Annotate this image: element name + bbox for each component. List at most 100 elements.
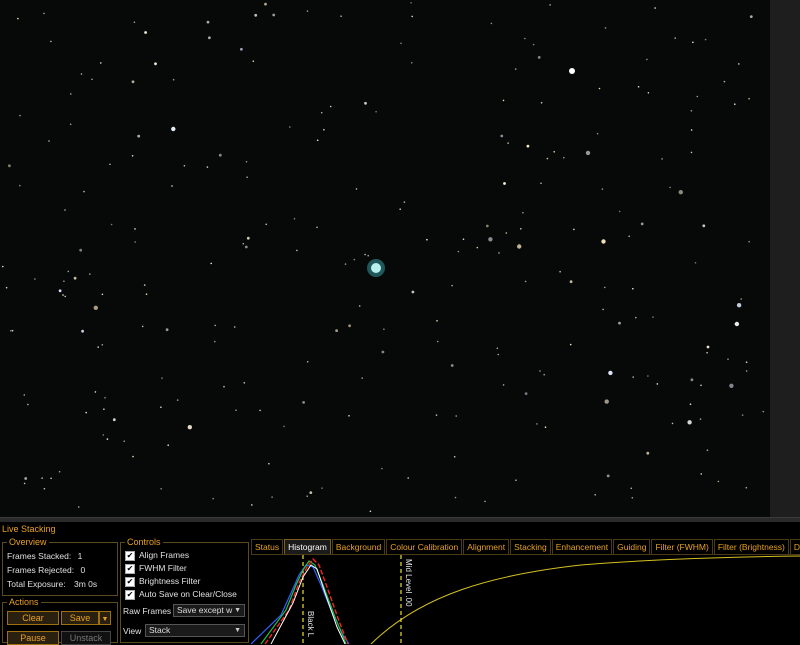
- star: [426, 238, 428, 241]
- align-frames-label: Align Frames: [139, 550, 190, 560]
- star: [646, 451, 650, 455]
- total-exposure-value: 3m 0s: [73, 579, 98, 589]
- star: [706, 449, 709, 452]
- star: [145, 293, 148, 296]
- star: [320, 111, 323, 114]
- star: [172, 78, 175, 81]
- star: [498, 252, 500, 254]
- star: [73, 276, 77, 280]
- star: [69, 123, 72, 126]
- star: [23, 394, 26, 396]
- tab-filter-brightness[interactable]: Filter (Brightness): [713, 539, 789, 554]
- star: [89, 273, 91, 275]
- star: [252, 60, 255, 62]
- histogram-plot[interactable]: Black L Mid Level .00: [251, 554, 800, 644]
- star: [526, 144, 530, 148]
- star: [734, 321, 740, 327]
- tab-histogram[interactable]: Histogram: [284, 539, 331, 554]
- star: [79, 248, 83, 252]
- star: [738, 63, 740, 65]
- tab-stacking[interactable]: Stacking: [510, 539, 551, 554]
- star: [93, 305, 99, 310]
- star: [58, 470, 61, 473]
- histogram-background: [251, 555, 800, 644]
- nebula-core: [371, 263, 381, 273]
- star: [306, 360, 309, 363]
- view-select[interactable]: Stack ▼: [145, 624, 245, 637]
- star: [64, 209, 66, 211]
- star: [505, 232, 508, 234]
- star: [243, 382, 246, 384]
- raw-frames-select[interactable]: Save except w ▼: [173, 604, 245, 617]
- star: [381, 350, 385, 354]
- star: [762, 410, 765, 413]
- star: [309, 491, 313, 494]
- save-button[interactable]: Save: [61, 611, 99, 625]
- view-label: View: [123, 626, 142, 636]
- star: [515, 479, 517, 482]
- star: [630, 487, 633, 490]
- star: [524, 37, 526, 40]
- star: [490, 22, 493, 25]
- star: [141, 325, 144, 328]
- star: [367, 254, 370, 257]
- star: [400, 42, 402, 45]
- star: [640, 222, 644, 226]
- star: [410, 2, 412, 4]
- star: [606, 474, 610, 478]
- tab-enhancement[interactable]: Enhancement: [551, 539, 613, 554]
- star: [647, 375, 649, 377]
- star: [497, 353, 500, 356]
- star: [245, 160, 248, 163]
- star: [524, 392, 528, 395]
- tab-colour-calibration[interactable]: Colour Calibration: [386, 539, 463, 554]
- actions-title: Actions: [7, 597, 41, 608]
- star: [569, 280, 573, 284]
- star: [717, 480, 720, 483]
- star: [154, 62, 157, 66]
- save-dropdown-button[interactable]: ▼: [99, 611, 111, 625]
- star: [532, 43, 535, 46]
- star: [265, 223, 268, 226]
- star: [553, 151, 555, 153]
- star: [97, 346, 99, 348]
- star: [83, 190, 85, 193]
- star: [549, 4, 551, 6]
- star: [485, 224, 489, 228]
- brightness-filter-checkbox[interactable]: ✔ Brightness Filter: [125, 576, 200, 587]
- fwhm-filter-checkbox[interactable]: ✔ FWHM Filter: [125, 563, 187, 574]
- tab-status[interactable]: Status: [251, 539, 284, 554]
- tab-guiding[interactable]: Guiding: [613, 539, 651, 554]
- star: [602, 308, 604, 311]
- star: [43, 487, 46, 490]
- star: [19, 114, 21, 117]
- live-stacking-panel: Live Stacking Overview Frames Stacked: 1…: [0, 522, 800, 645]
- star: [696, 95, 699, 98]
- star: [450, 364, 454, 367]
- checkmark-icon: ✔: [125, 589, 135, 600]
- star: [689, 403, 692, 406]
- tab-background[interactable]: Background: [331, 539, 386, 554]
- star: [690, 378, 694, 382]
- star: [110, 223, 113, 226]
- align-frames-checkbox[interactable]: ✔ Align Frames: [125, 550, 189, 561]
- star: [745, 486, 748, 489]
- tab-alignment[interactable]: Alignment: [463, 539, 510, 554]
- star: [704, 38, 707, 41]
- star: [647, 92, 650, 94]
- auto-save-checkbox[interactable]: ✔ Auto Save on Clear/Close: [125, 589, 237, 600]
- star: [102, 434, 105, 436]
- panel-tabs: Status Histogram Background Colour Calib…: [251, 539, 800, 554]
- image-scroll-strip[interactable]: [770, 0, 800, 517]
- star: [160, 488, 162, 490]
- frames-rejected-value: 0: [80, 565, 86, 575]
- star: [573, 228, 575, 231]
- star: [601, 239, 606, 244]
- tab-drift[interactable]: Drift: [789, 539, 800, 554]
- star: [17, 17, 19, 20]
- clear-button[interactable]: Clear: [7, 611, 59, 625]
- star: [306, 10, 309, 12]
- star: [455, 415, 458, 417]
- star: [723, 80, 726, 83]
- tab-filter-fwhm[interactable]: Filter (FWHM): [651, 539, 713, 554]
